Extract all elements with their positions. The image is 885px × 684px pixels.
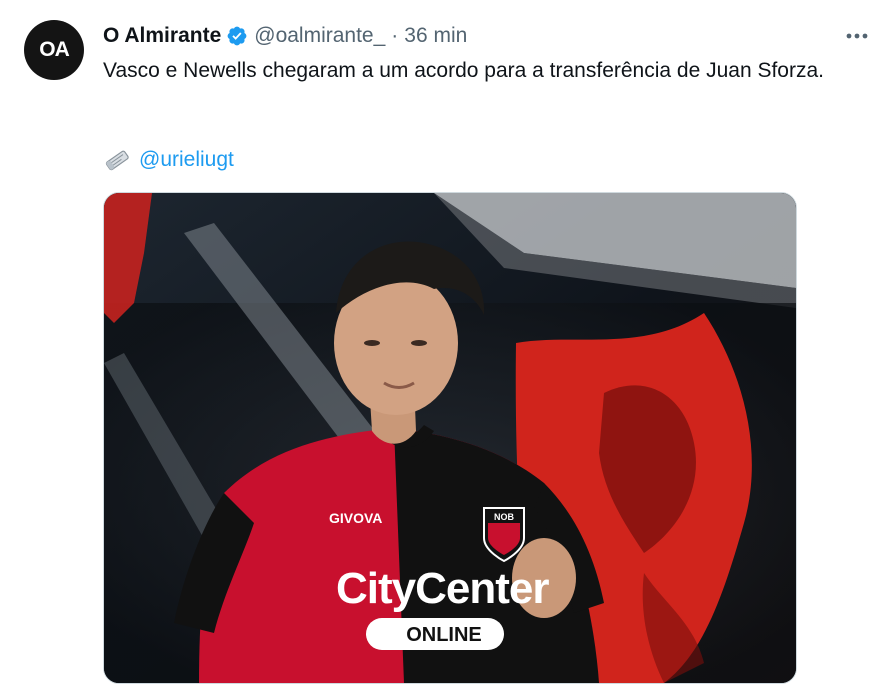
tweet-photo[interactable]: NOB GIVOVA CityCenter ONLINE <box>103 192 797 684</box>
display-name[interactable]: O Almirante <box>103 22 221 50</box>
tweet-text: Vasco e Newells chegaram a um acordo par… <box>103 59 824 82</box>
tweet-header: O Almirante @oalmirante_ · 36 min <box>103 22 467 50</box>
credit-mention-link[interactable]: @urieliugt <box>139 145 234 175</box>
avatar[interactable]: OA <box>24 20 84 80</box>
player-photo: NOB GIVOVA CityCenter ONLINE <box>104 193 796 683</box>
badge-text: NOB <box>494 512 515 522</box>
verified-badge-icon <box>227 26 247 46</box>
photo-credit: @urieliugt <box>103 145 234 175</box>
tweet-card[interactable]: OA O Almirante @oalmirante_ · 36 min Vas… <box>0 0 885 684</box>
timestamp[interactable]: 36 min <box>404 22 467 50</box>
more-options-icon[interactable] <box>843 22 871 50</box>
avatar-initials: OA <box>39 38 69 61</box>
jersey-sponsor-sub: ONLINE <box>406 624 482 646</box>
jersey-sponsor: CityCenter <box>336 564 549 613</box>
user-handle[interactable]: @oalmirante_ <box>254 22 385 50</box>
separator-dot: · <box>391 24 399 47</box>
newspaper-icon <box>105 150 129 171</box>
jersey-brand: GIVOVA <box>329 510 382 526</box>
